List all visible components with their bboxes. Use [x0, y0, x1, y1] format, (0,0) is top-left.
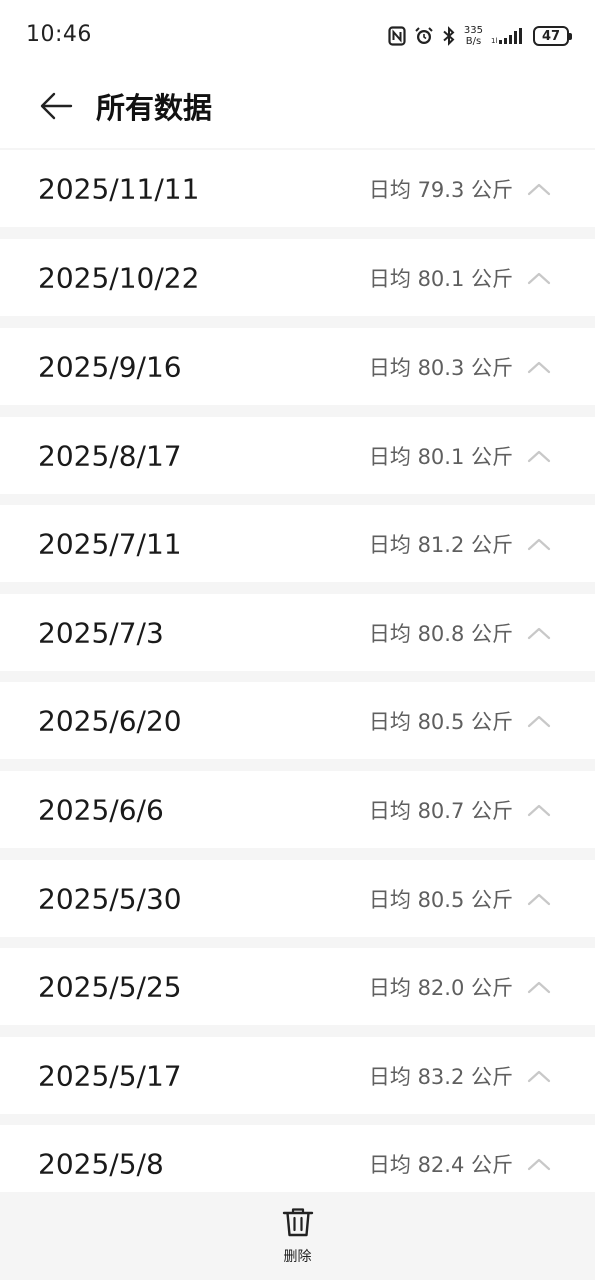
- record-row[interactable]: 2025/7/3 日均 80.8 公斤: [0, 594, 595, 671]
- record-daily-average: 日均 83.2 公斤: [368, 1064, 513, 1089]
- status-icons: 335 B/s 1l 47: [388, 22, 572, 50]
- battery-level: 47: [541, 28, 561, 44]
- record-summary: 日均 80.7 公斤: [369, 795, 551, 825]
- record-date: 2025/9/16: [38, 350, 182, 383]
- record-date: 2025/5/30: [38, 882, 182, 915]
- record-row[interactable]: 2025/9/16 日均 80.3 公斤: [0, 328, 595, 405]
- record-row[interactable]: 2025/11/11 日均 79.3 公斤: [0, 150, 595, 227]
- record-date: 2025/5/17: [38, 1059, 182, 1092]
- record-date: 2025/6/6: [38, 793, 164, 826]
- record-daily-average: 日均 80.3 公斤: [368, 355, 513, 380]
- record-date: 2025/8/17: [38, 439, 182, 472]
- record-daily-average: 日均 80.5 公斤: [368, 887, 513, 912]
- bottom-action-bar: 删除: [0, 1192, 595, 1280]
- signal-icon: 1l: [491, 26, 525, 46]
- record-daily-average: 日均 79.3 公斤: [368, 177, 513, 202]
- chevron-up-icon[interactable]: [527, 182, 551, 196]
- chevron-up-icon[interactable]: [527, 803, 551, 817]
- record-summary: 日均 80.3 公斤: [369, 352, 551, 382]
- record-date: 2025/7/3: [38, 616, 164, 649]
- record-summary: 日均 83.2 公斤: [369, 1061, 551, 1091]
- bluetooth-icon: [442, 26, 456, 46]
- record-summary: 日均 82.0 公斤: [369, 972, 551, 1002]
- record-daily-average: 日均 80.8 公斤: [368, 621, 513, 646]
- app-header: 所有数据: [0, 72, 595, 148]
- record-summary: 日均 80.5 公斤: [369, 706, 551, 736]
- record-row[interactable]: 2025/5/30 日均 80.5 公斤: [0, 860, 595, 937]
- record-row[interactable]: 2025/8/17 日均 80.1 公斤: [0, 417, 595, 494]
- alarm-icon: [414, 26, 434, 46]
- network-speed: 335 B/s: [464, 25, 483, 47]
- network-speed-value: 335: [463, 25, 483, 36]
- record-date: 2025/5/8: [38, 1147, 164, 1180]
- record-date: 2025/6/20: [38, 704, 182, 737]
- chevron-up-icon[interactable]: [527, 892, 551, 906]
- status-bar: 10:46 335 B/s 1l 47: [0, 0, 595, 72]
- record-daily-average: 日均 82.4 公斤: [368, 1152, 513, 1177]
- record-date: 2025/10/22: [38, 261, 200, 294]
- record-daily-average: 日均 80.1 公斤: [368, 444, 513, 469]
- record-daily-average: 日均 80.5 公斤: [368, 709, 513, 734]
- record-date: 2025/7/11: [38, 527, 182, 560]
- chevron-up-icon[interactable]: [527, 980, 551, 994]
- record-daily-average: 日均 81.2 公斤: [368, 532, 513, 557]
- record-summary: 日均 80.8 公斤: [369, 618, 551, 648]
- record-date: 2025/5/25: [38, 970, 182, 1003]
- record-row[interactable]: 2025/6/6 日均 80.7 公斤: [0, 771, 595, 848]
- nfc-icon: [388, 26, 406, 46]
- record-summary: 日均 80.1 公斤: [369, 263, 551, 293]
- record-summary: 日均 82.4 公斤: [369, 1149, 551, 1179]
- chevron-up-icon[interactable]: [527, 537, 551, 551]
- record-summary: 日均 81.2 公斤: [369, 529, 551, 559]
- record-summary: 日均 80.1 公斤: [369, 441, 551, 471]
- chevron-up-icon[interactable]: [527, 626, 551, 640]
- record-row[interactable]: 2025/7/11 日均 81.2 公斤: [0, 505, 595, 582]
- network-speed-unit: B/s: [465, 36, 482, 47]
- record-row[interactable]: 2025/5/17 日均 83.2 公斤: [0, 1037, 595, 1114]
- battery-icon: 47: [533, 26, 572, 46]
- record-row[interactable]: 2025/5/25 日均 82.0 公斤: [0, 948, 595, 1025]
- chevron-up-icon[interactable]: [527, 1069, 551, 1083]
- chevron-up-icon[interactable]: [527, 271, 551, 285]
- delete-button[interactable]: 删除: [281, 1206, 315, 1266]
- record-row[interactable]: 2025/10/22 日均 80.1 公斤: [0, 239, 595, 316]
- trash-icon: [281, 1206, 315, 1242]
- record-summary: 日均 80.5 公斤: [369, 884, 551, 914]
- chevron-up-icon[interactable]: [527, 360, 551, 374]
- chevron-up-icon[interactable]: [527, 1157, 551, 1171]
- status-time: 10:46: [26, 22, 92, 47]
- record-daily-average: 日均 80.7 公斤: [368, 798, 513, 823]
- record-daily-average: 日均 80.1 公斤: [368, 266, 513, 291]
- record-summary: 日均 79.3 公斤: [369, 174, 551, 204]
- record-row[interactable]: 2025/6/20 日均 80.5 公斤: [0, 682, 595, 759]
- record-daily-average: 日均 82.0 公斤: [368, 975, 513, 1000]
- delete-label: 删除: [283, 1249, 312, 1265]
- back-button[interactable]: [34, 86, 78, 130]
- record-date: 2025/11/11: [38, 172, 200, 205]
- arrow-left-icon: [39, 91, 73, 125]
- chevron-up-icon[interactable]: [527, 449, 551, 463]
- record-row[interactable]: 2025/5/8 日均 82.4 公斤: [0, 1125, 595, 1202]
- chevron-up-icon[interactable]: [527, 714, 551, 728]
- page-title: 所有数据: [96, 91, 213, 125]
- svg-text:1l: 1l: [491, 37, 497, 45]
